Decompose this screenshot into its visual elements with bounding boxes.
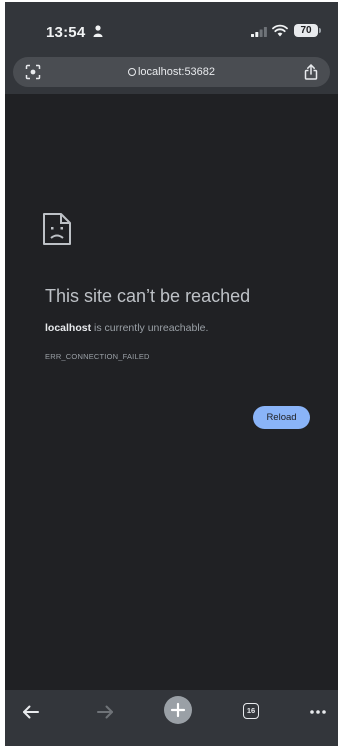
error-title: This site can’t be reached bbox=[45, 286, 251, 306]
url-display[interactable]: localhost:53682 bbox=[13, 57, 330, 87]
address-bar[interactable]: localhost:53682 bbox=[13, 57, 330, 87]
battery-tip bbox=[319, 28, 321, 33]
info-icon[interactable] bbox=[127, 68, 136, 76]
forward-arrow-icon[interactable] bbox=[91, 698, 119, 726]
back-arrow-icon[interactable] bbox=[17, 698, 45, 726]
url-text: localhost:53682 bbox=[137, 66, 216, 78]
plus-icon[interactable] bbox=[164, 696, 192, 724]
tab-switcher-icon[interactable]: 16 bbox=[238, 698, 266, 726]
sad-page-icon bbox=[43, 213, 71, 245]
error-code: ERR_CONNECTION_FAILED bbox=[45, 352, 150, 361]
browser-top-chrome: 13:54 70 localhost:53682 bbox=[5, 2, 338, 94]
wifi-icon bbox=[272, 24, 288, 37]
battery-level: 70 bbox=[300, 25, 312, 36]
status-bar: 13:54 70 bbox=[5, 2, 338, 50]
error-page: This site can’t be reached localhost is … bbox=[5, 94, 338, 690]
tab-count: 16 bbox=[243, 703, 259, 719]
error-description-suffix: is currently unreachable. bbox=[91, 322, 209, 334]
share-icon[interactable] bbox=[304, 64, 318, 80]
phone-screen: 13:54 70 localhost:53682 This site can’t… bbox=[5, 2, 338, 746]
more-menu-icon[interactable] bbox=[305, 698, 333, 726]
signal-icon bbox=[251, 27, 267, 37]
person-icon bbox=[93, 25, 103, 37]
status-time: 13:54 bbox=[46, 24, 86, 41]
battery-icon: 70 bbox=[294, 24, 318, 37]
error-description: localhost is currently unreachable. bbox=[45, 322, 208, 334]
error-host: localhost bbox=[45, 322, 92, 334]
reload-button[interactable]: Reload bbox=[253, 406, 310, 429]
bottom-toolbar: 16 bbox=[5, 690, 338, 746]
